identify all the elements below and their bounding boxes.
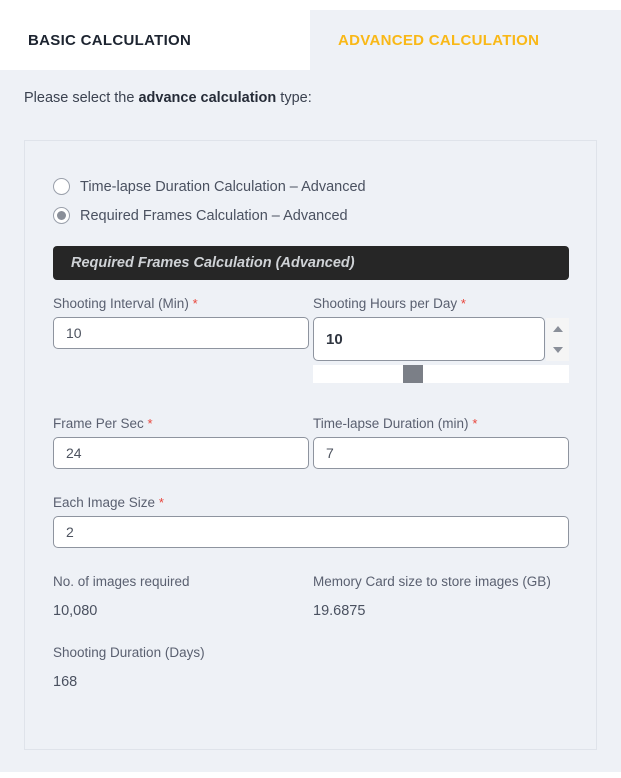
required-asterisk: * <box>158 495 164 510</box>
slider-handle[interactable] <box>403 365 423 383</box>
slider-shooting-hours-per-day[interactable] <box>313 365 569 383</box>
label-timelapse-duration: Time-lapse Duration (min) * <box>313 416 477 431</box>
label-each-image-size-text: Each Image Size <box>53 495 156 510</box>
instruction-strong: advance calculation <box>138 90 277 106</box>
tab-basic[interactable]: BASIC CALCULATION <box>0 10 310 70</box>
label-shooting-hours-per-day-text: Shooting Hours per Day <box>313 296 458 311</box>
radio-icon-checked[interactable] <box>53 207 70 224</box>
spinner-shooting-hours-per-day <box>313 317 569 361</box>
input-shooting-hours-per-day[interactable] <box>313 317 545 361</box>
calculator-page: BASIC CALCULATION ADVANCED CALCULATION P… <box>0 0 621 778</box>
tab-advanced-label: ADVANCED CALCULATION <box>338 31 540 49</box>
required-asterisk: * <box>147 416 153 431</box>
result-value-shooting-duration: 168 <box>53 674 78 690</box>
spinner-up-icon[interactable] <box>552 325 563 332</box>
tab-basic-label: BASIC CALCULATION <box>28 31 192 49</box>
section-header-label: Required Frames Calculation (Advanced) <box>71 255 355 271</box>
input-shooting-interval[interactable] <box>53 317 309 349</box>
tab-advanced[interactable]: ADVANCED CALCULATION <box>310 10 621 70</box>
input-each-image-size[interactable] <box>53 516 569 548</box>
instruction-after: type: <box>276 90 312 106</box>
tab-panel-advanced: Please select the advance calculation ty… <box>0 70 621 772</box>
instruction-text: Please select the advance calculation ty… <box>24 90 312 106</box>
result-value-memory-card-size: 19.6875 <box>313 603 366 619</box>
radio-label-required-frames: Required Frames Calculation – Advanced <box>80 207 348 224</box>
required-asterisk: * <box>192 296 198 311</box>
label-shooting-hours-per-day: Shooting Hours per Day * <box>313 296 466 311</box>
spinner-buttons <box>546 318 569 361</box>
spinner-down-icon[interactable] <box>552 347 563 354</box>
label-shooting-interval: Shooting Interval (Min) * <box>53 296 198 311</box>
label-frame-per-sec: Frame Per Sec * <box>53 416 153 431</box>
label-timelapse-duration-text: Time-lapse Duration (min) <box>313 416 469 431</box>
label-shooting-interval-text: Shooting Interval (Min) <box>53 296 189 311</box>
result-value-images-required: 10,080 <box>53 603 98 619</box>
input-timelapse-duration[interactable] <box>313 437 569 469</box>
section-header-bar: Required Frames Calculation (Advanced) <box>53 246 569 280</box>
label-each-image-size: Each Image Size * <box>53 495 164 510</box>
result-label-shooting-duration: Shooting Duration (Days) <box>53 645 205 660</box>
input-frame-per-sec[interactable] <box>53 437 309 469</box>
calculation-panel: Time-lapse Duration Calculation – Advanc… <box>24 140 597 750</box>
label-frame-per-sec-text: Frame Per Sec <box>53 416 144 431</box>
radio-timelapse-duration-advanced[interactable]: Time-lapse Duration Calculation – Advanc… <box>53 178 366 195</box>
tab-bar: BASIC CALCULATION ADVANCED CALCULATION <box>0 10 621 70</box>
radio-icon-unchecked[interactable] <box>53 178 70 195</box>
required-asterisk: * <box>460 296 466 311</box>
required-asterisk: * <box>472 416 478 431</box>
instruction-before: Please select the <box>24 90 139 106</box>
result-label-memory-card-size: Memory Card size to store images (GB) <box>313 574 551 589</box>
radio-required-frames-advanced[interactable]: Required Frames Calculation – Advanced <box>53 207 348 224</box>
result-label-images-required: No. of images required <box>53 574 190 589</box>
radio-label-timelapse-duration: Time-lapse Duration Calculation – Advanc… <box>80 178 366 195</box>
